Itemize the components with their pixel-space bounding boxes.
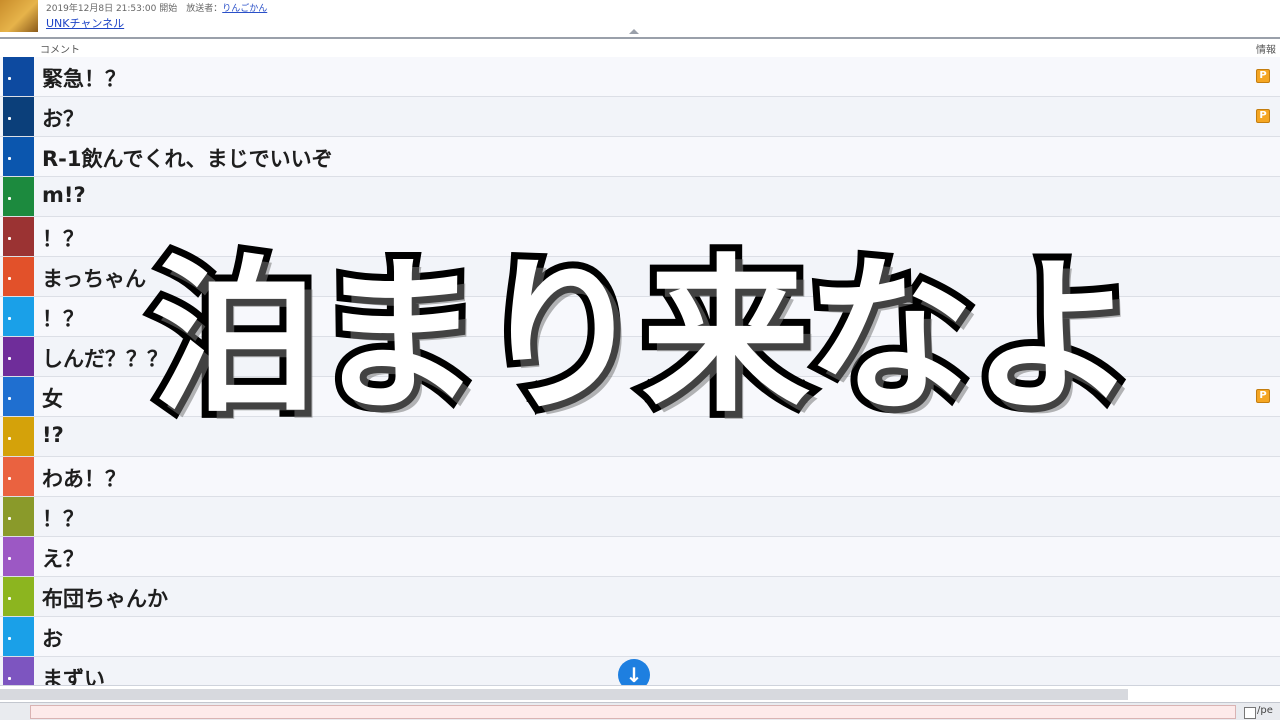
broadcast-meta: 2019年12月8日 21:53:00 開始 放送者：りんごかん (46, 1, 267, 14)
user-color-swatch (3, 257, 34, 296)
column-header-comment[interactable]: コメント (40, 41, 80, 56)
comment-text: R-1飲んでくれ、まじでいいぞ (42, 147, 333, 171)
comment-row[interactable]: 緊急！？ P (0, 57, 1280, 97)
user-color-swatch (3, 377, 34, 416)
comment-row[interactable]: R-1飲んでくれ、まじでいいぞ (0, 137, 1280, 177)
comment-text: ！？ (42, 507, 84, 531)
comment-row[interactable]: 布団ちゃんか (0, 577, 1280, 617)
comment-row[interactable]: ！？ (0, 497, 1280, 537)
comment-text: お (42, 627, 63, 651)
comment-text: ！？ (42, 227, 84, 251)
comment-row[interactable]: え？ (0, 537, 1280, 577)
comment-text: ！？ (42, 307, 84, 331)
horizontal-scrollbar[interactable] (0, 685, 1280, 703)
comment-row[interactable]: お (0, 617, 1280, 657)
premium-badge-icon: P (1256, 389, 1270, 403)
column-header-info[interactable]: 情報 (1256, 41, 1276, 56)
comment-text: わあ！？ (42, 467, 126, 491)
user-color-swatch (3, 657, 34, 685)
user-color-swatch (3, 177, 34, 216)
comment-text: !? (42, 423, 64, 447)
comment-text: え？ (42, 547, 84, 571)
broadcaster-link[interactable]: りんごかん (222, 4, 267, 14)
scrollbar-thumb[interactable] (0, 689, 1128, 700)
comment-input[interactable] (30, 705, 1236, 719)
user-color-swatch (3, 457, 34, 496)
comment-text: 緊急！？ (42, 67, 126, 91)
user-color-swatch (3, 57, 34, 96)
overlay-caption: 泊まり来なよ (143, 232, 1145, 442)
user-color-swatch (3, 217, 34, 256)
comment-text: まずい (42, 667, 105, 685)
arrow-down-icon: ↓ (625, 663, 643, 687)
user-color-swatch (3, 497, 34, 536)
user-color-swatch (3, 417, 34, 456)
comment-text: 女 (42, 387, 63, 411)
comment-text: お？ (42, 107, 84, 131)
broadcast-start-text: 2019年12月8日 21:53:00 開始 放送者： (46, 4, 223, 14)
comment-row[interactable]: m!? (0, 177, 1280, 217)
premium-badge-icon: P (1256, 109, 1270, 123)
user-color-swatch (3, 617, 34, 656)
command-text: /pe (1257, 705, 1273, 716)
premium-badge-icon: P (1256, 69, 1270, 83)
command-checkbox[interactable] (1244, 707, 1256, 719)
broadcast-header: 2019年12月8日 21:53:00 開始 放送者：りんごかん UNKチャンネ… (0, 0, 1280, 39)
comment-row[interactable]: お？ P (0, 97, 1280, 137)
user-color-swatch (3, 297, 34, 336)
broadcast-thumbnail[interactable] (0, 0, 38, 32)
user-color-swatch (3, 537, 34, 576)
comment-row[interactable]: わあ！？ (0, 457, 1280, 497)
comment-viewer-window: 2019年12月8日 21:53:00 開始 放送者：りんごかん UNKチャンネ… (0, 0, 1280, 720)
user-color-swatch (3, 577, 34, 616)
column-header: コメント 情報 (0, 39, 1280, 58)
collapse-caret-icon[interactable] (629, 29, 639, 34)
comment-input-bar: /pe (0, 702, 1280, 720)
comment-text: 布団ちゃんか (42, 587, 168, 611)
channel-link[interactable]: UNKチャンネル (46, 15, 124, 31)
comment-text: m!? (42, 183, 86, 207)
user-color-swatch (3, 137, 34, 176)
comment-text: まっちゃん (42, 267, 147, 291)
user-color-swatch (3, 337, 34, 376)
user-color-swatch (3, 97, 34, 136)
